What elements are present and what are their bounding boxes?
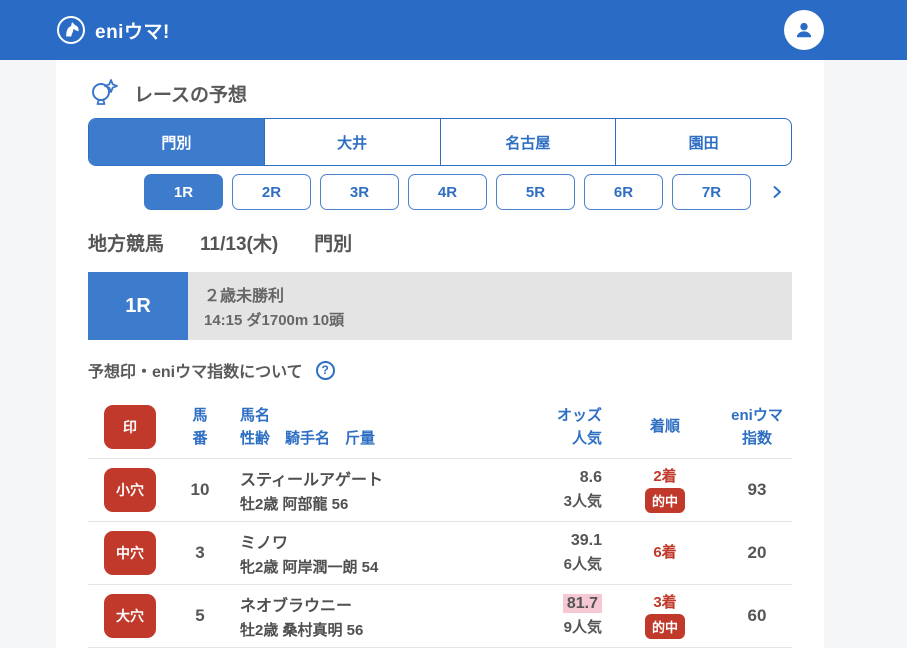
odds-cell: 8.6 3人気 [480, 469, 608, 511]
help-icon[interactable]: ? [315, 360, 335, 380]
venue-tab-monbetsu[interactable]: 門別 [89, 119, 264, 165]
horse-detail: 牝2歳 阿岸潤一朗 54 [240, 559, 379, 576]
result-rank: 6着 [653, 544, 677, 561]
eniuma-index: 20 [747, 543, 767, 562]
about-label: 予想印・eniウマ指数について [88, 364, 303, 381]
odds-cell: 39.1 6人気 [480, 532, 608, 574]
race-details: 14:15 ダ1700m 10頭 [204, 312, 345, 329]
race-tab-5r[interactable]: 5R [496, 174, 575, 210]
race-date: 11/13(木) [200, 234, 279, 255]
race-meta: 地方競馬 11/13(木) 門別 [88, 232, 792, 258]
table-row: 中穴 3 ミノワ 牝2歳 阿岸潤一朗 54 39.1 6人気 6着 20 [88, 522, 792, 585]
main-content-card: レースの予想 門別 大井 名古屋 園田 1R 2R 3R 4R 5R 6R 7R… [56, 60, 824, 648]
venue-tab-nagoya[interactable]: 名古屋 [439, 119, 616, 165]
result-cell: 6着 [608, 544, 722, 562]
horse-logo-icon [56, 15, 86, 45]
col-header-horse-no: 馬 番 [192, 406, 208, 447]
race-banner: 1R ２歳未勝利 14:15 ダ1700m 10頭 [88, 272, 792, 340]
result-rank: 2着 [653, 467, 677, 485]
app-header: eniウマ! [0, 0, 907, 60]
col-header-result: 着順 [649, 418, 680, 436]
chevron-right-icon [769, 184, 785, 200]
table-row: 小穴 10 スティールアゲート 牡2歳 阿部龍 56 8.6 3人気 2着 的中… [88, 459, 792, 522]
mark-badge: 大穴 [104, 594, 156, 638]
horse-name: ネオブラウニー [240, 598, 353, 615]
odds-value: 8.6 [579, 469, 602, 486]
col-header-odds: オッズ 人気 [556, 406, 602, 447]
horse-number: 5 [195, 606, 205, 625]
mark-badge: 小穴 [104, 468, 156, 512]
person-icon [793, 19, 815, 41]
odds-value: 39.1 [570, 532, 602, 549]
app-logo[interactable]: eniウマ! [56, 15, 170, 45]
venue-tab-oi[interactable]: 大井 [263, 119, 440, 165]
race-venue: 門別 [314, 234, 353, 255]
race-tab-1r[interactable]: 1R [144, 174, 223, 210]
odds-value-highlighted: 81.7 [562, 594, 602, 613]
race-tab-6r[interactable]: 6R [584, 174, 663, 210]
mark-header-badge: 印 [104, 405, 156, 449]
eniuma-index: 93 [747, 480, 767, 499]
venue-tab-sonoda[interactable]: 園田 [615, 119, 791, 165]
mark-badge: 中穴 [104, 531, 156, 575]
user-avatar-button[interactable] [784, 10, 824, 50]
horse-number: 3 [195, 543, 205, 562]
section-heading: レースの予想 [88, 60, 792, 110]
race-info: ２歳未勝利 14:15 ダ1700m 10頭 [188, 272, 792, 340]
hit-badge: 的中 [644, 487, 685, 513]
horse-detail: 牡2歳 阿部龍 56 [240, 496, 349, 513]
horse-cell: スティールアゲート 牡2歳 阿部龍 56 [228, 466, 480, 514]
table-row: 大穴 5 ネオブラウニー 牡2歳 桑村真明 56 81.7 9人気 3着 的中 … [88, 585, 792, 648]
race-tab-3r[interactable]: 3R [320, 174, 399, 210]
horse-detail: 牡2歳 桑村真明 56 [240, 622, 364, 639]
col-header-index: eniウマ 指数 [731, 406, 783, 447]
logo-text: eniウマ! [95, 21, 170, 43]
horse-name: ミノワ [240, 535, 289, 552]
race-category: 地方競馬 [88, 234, 165, 255]
result-rank: 3着 [653, 593, 677, 611]
race-tab-bar: 1R 2R 3R 4R 5R 6R 7R [144, 174, 792, 210]
venue-tab-bar: 門別 大井 名古屋 園田 [88, 118, 792, 166]
page-title: レースの予想 [134, 84, 248, 106]
horse-cell: ネオブラウニー 牡2歳 桑村真明 56 [228, 592, 480, 640]
col-header-name: 馬名 性齢 騎手名 斤量 [240, 406, 376, 447]
eniuma-index: 60 [747, 606, 767, 625]
race-tabs-next-button[interactable] [769, 184, 785, 200]
race-tab-4r[interactable]: 4R [408, 174, 487, 210]
hit-badge: 的中 [644, 613, 685, 639]
race-name: ２歳未勝利 [204, 288, 285, 305]
result-cell: 3着 的中 [608, 594, 722, 639]
popularity: 3人気 [563, 493, 602, 510]
popularity: 9人気 [563, 619, 602, 636]
horse-number: 10 [190, 480, 210, 499]
about-row: 予想印・eniウマ指数について ? [88, 359, 792, 381]
odds-cell: 81.7 9人気 [480, 594, 608, 637]
prediction-table: 印 馬 番 馬名 性齢 騎手名 斤量 オッズ 人気 着順 eniウマ 指数 小穴… [88, 396, 792, 648]
crystal-ball-icon [88, 77, 120, 109]
table-header-row: 印 馬 番 馬名 性齢 騎手名 斤量 オッズ 人気 着順 eniウマ 指数 [88, 396, 792, 459]
result-cell: 2着 的中 [608, 468, 722, 513]
race-number-badge: 1R [88, 272, 188, 340]
popularity: 6人気 [563, 556, 602, 573]
horse-name: スティールアゲート [240, 472, 384, 489]
horse-cell: ミノワ 牝2歳 阿岸潤一朗 54 [228, 529, 480, 577]
race-tab-2r[interactable]: 2R [232, 174, 311, 210]
race-tab-7r[interactable]: 7R [672, 174, 751, 210]
